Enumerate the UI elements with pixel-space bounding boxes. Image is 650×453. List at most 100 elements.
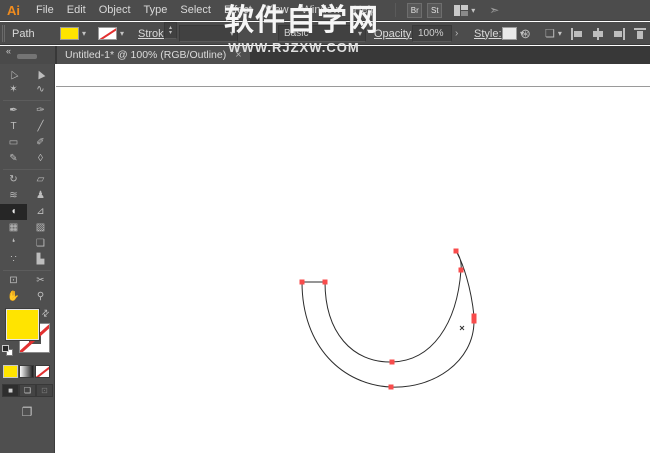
selection-tool[interactable]: ▷ — [0, 66, 27, 82]
touch-workspace-icon[interactable]: ➣ — [489, 3, 499, 17]
bridge-button[interactable]: Br — [407, 2, 423, 18]
anchor-point[interactable] — [471, 318, 477, 324]
menu-view[interactable]: View — [265, 4, 289, 16]
selection-tool-icon: ▷ — [6, 68, 20, 81]
selection-type-label: Path — [12, 27, 35, 40]
puppet-warp-tool[interactable]: ♟ — [27, 188, 54, 204]
stroke-color-swatch[interactable]: ▾ — [98, 22, 124, 45]
menu-edit[interactable]: Edit — [67, 4, 86, 16]
chevron-down-icon[interactable]: ▾ — [120, 29, 124, 38]
panel-grip[interactable] — [2, 25, 5, 42]
collapse-panel-button[interactable]: « — [6, 46, 11, 56]
menu-type[interactable]: Type — [144, 4, 168, 16]
menu-window[interactable]: Window — [302, 4, 341, 16]
align-right-icon[interactable] — [613, 27, 625, 40]
direct-selection-tool[interactable]: ▶ — [27, 66, 54, 82]
rotate-tool-icon: ↻ — [9, 174, 18, 185]
change-screen-mode-button[interactable]: ❐ — [22, 405, 33, 419]
align-top-icon[interactable] — [634, 27, 646, 40]
fill-stroke-indicator: ⇄ — [0, 307, 55, 359]
step-down-icon[interactable]: ▾ — [169, 30, 172, 36]
shape-builder-tool[interactable]: ◖ — [0, 204, 27, 220]
anchor-point[interactable] — [458, 267, 464, 273]
menu-effect[interactable]: Effect — [224, 4, 252, 16]
type-tool[interactable]: T — [0, 119, 27, 135]
opacity-stepper-button[interactable]: › — [455, 22, 458, 45]
align-horizontal-center-icon[interactable] — [592, 27, 604, 40]
style-panel-link[interactable]: Style: — [474, 22, 502, 45]
recolor-artwork-icon[interactable]: ⊛ — [520, 22, 531, 45]
anchor-point[interactable] — [388, 384, 394, 390]
eraser-tool[interactable]: ◊ — [27, 151, 54, 167]
gradient-button[interactable] — [19, 365, 34, 378]
symbol-sprayer-tool-icon: ∵ — [10, 254, 17, 265]
gradient-tool[interactable]: ▨ — [27, 220, 54, 236]
free-transform-tool[interactable]: ▱ — [27, 172, 54, 188]
brush-definition-value: Basic — [284, 28, 309, 39]
default-fill-stroke-icon[interactable] — [2, 345, 13, 356]
pen-tool[interactable]: ✒ — [0, 103, 27, 119]
eyedropper-tool[interactable]: ❛ — [0, 236, 27, 252]
anchor-point[interactable] — [322, 279, 328, 285]
anchor-point[interactable] — [471, 313, 477, 319]
hand-tool[interactable]: ✋ — [0, 289, 27, 305]
lasso-tool[interactable]: ∿ — [27, 82, 54, 98]
anchor-point[interactable] — [299, 279, 305, 285]
blend-tool[interactable]: ❑ — [27, 236, 54, 252]
menu-file[interactable]: File — [36, 4, 54, 16]
width-tool[interactable]: ≋ — [0, 188, 27, 204]
draw-normal-button[interactable]: ■ — [2, 384, 19, 397]
slice-tool[interactable]: ✂ — [27, 273, 54, 289]
magic-wand-tool[interactable]: ✶ — [0, 82, 27, 98]
opacity-value-field[interactable]: 100% — [412, 25, 452, 42]
perspective-grid-tool[interactable]: ⊿ — [27, 204, 54, 220]
opacity-panel-link[interactable]: Opacity: — [374, 22, 414, 45]
blend-tool-icon: ❑ — [36, 238, 45, 249]
paintbrush-tool[interactable]: ✐ — [27, 135, 54, 151]
document-tab[interactable]: Untitled-1* @ 100% (RGB/Outline) × — [57, 46, 250, 64]
panel-grip-pill[interactable] — [17, 54, 37, 59]
free-transform-tool-icon: ▱ — [36, 174, 45, 185]
stroke-weight-stepper[interactable]: ▴ ▾ — [164, 22, 177, 39]
symbol-sprayer-tool[interactable]: ∵ — [0, 252, 27, 268]
chevron-down-icon: ▾ — [471, 5, 476, 15]
shaper-tool[interactable]: ✎ — [0, 151, 27, 167]
menu-select[interactable]: Select — [180, 4, 211, 16]
menu-help[interactable]: Help — [354, 4, 377, 16]
curvature-tool[interactable]: ✑ — [27, 103, 54, 119]
crescent-path[interactable] — [301, 250, 475, 388]
fill-color-swatch[interactable]: ▾ — [60, 22, 86, 45]
draw-inside-button[interactable]: ⊡ — [36, 384, 53, 397]
tool-grid: ▷ ▶ ✶ ∿ ✒ ✑ T ╱ ▭ ✐ ✎ ◊ ↻ ▱ ≋ ♟ ◖ ⊿ ▦ ▨ ❛ ❑ ∵ ▙ ⊡ ✂ ✋ ⚲ — [0, 66, 54, 305]
stroke-weight-dropdown[interactable]: ▾ — [179, 25, 238, 42]
mesh-tool[interactable]: ▦ — [0, 220, 27, 236]
column-graph-tool[interactable]: ▙ — [27, 252, 54, 268]
color-button[interactable] — [3, 365, 18, 378]
tool-separator — [3, 270, 51, 271]
shape-options-button[interactable]: ❏ ▾ — [545, 22, 562, 45]
artboard-tool[interactable]: ⊡ — [0, 273, 27, 289]
brush-definition-dropdown[interactable]: Basic ▾ — [278, 25, 366, 42]
menu-items: File Edit Object Type Select Effect View Window… — [36, 4, 389, 16]
draw-behind-button[interactable]: ❏ — [19, 384, 36, 397]
shape-builder-tool-icon: ◖ — [10, 206, 17, 217]
zoom-tool[interactable]: ⚲ — [27, 289, 54, 305]
swap-fill-stroke-icon[interactable]: ⇄ — [39, 307, 52, 320]
workspace-switcher-button[interactable]: ▾ — [454, 4, 476, 16]
anchor-point[interactable] — [389, 359, 395, 365]
rotate-tool[interactable]: ↻ — [0, 172, 27, 188]
anchor-point[interactable] — [453, 248, 459, 254]
none-button[interactable] — [35, 365, 50, 378]
draw-mode-buttons: ■ ❏ ⊡ — [2, 384, 54, 397]
align-left-icon[interactable] — [571, 27, 583, 40]
fill-indicator[interactable] — [6, 309, 39, 340]
document-tab-title: Untitled-1* @ 100% (RGB/Outline) — [65, 49, 227, 61]
menu-object[interactable]: Object — [99, 4, 131, 16]
rectangle-tool[interactable]: ▭ — [0, 135, 27, 151]
artwork-svg[interactable] — [56, 64, 650, 453]
close-icon[interactable]: × — [235, 49, 241, 61]
chevron-down-icon[interactable]: ▾ — [82, 29, 86, 38]
line-segment-tool[interactable]: ╱ — [27, 119, 54, 135]
canvas[interactable] — [56, 64, 650, 453]
stock-button[interactable]: St — [427, 2, 443, 18]
